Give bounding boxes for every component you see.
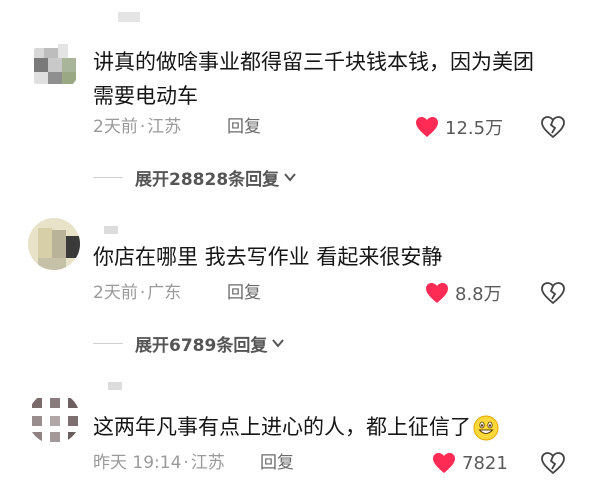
meta-separator: · xyxy=(139,283,146,303)
heart-filled-icon xyxy=(416,117,438,137)
comment-time: 昨天 19:14 xyxy=(93,453,182,473)
broken-heart-icon[interactable] xyxy=(540,450,566,476)
comment-meta: 昨天 19:14 · 江苏 xyxy=(93,451,225,475)
avatar[interactable] xyxy=(28,392,80,444)
like-button[interactable]: 8.8万 xyxy=(425,279,502,307)
comment-meta: 2天前 · 江苏 xyxy=(93,115,181,139)
divider-line xyxy=(93,176,123,178)
username-blurred[interactable] xyxy=(118,12,140,22)
comment-location: 广东 xyxy=(147,283,182,303)
grinning-face-emoji-icon xyxy=(473,415,499,441)
expand-replies-button[interactable]: 展开6789条回复 xyxy=(93,330,285,356)
broken-heart-icon[interactable] xyxy=(540,280,566,306)
comment-text: 这两年凡事有点上进心的人，都上征信了 xyxy=(93,410,549,444)
comment-text: 讲真的做啥事业都得留三千块钱本钱，因为美团需要电动车 xyxy=(93,50,534,108)
username-blurred[interactable] xyxy=(108,382,122,390)
comment-text: 你店在哪里 我去写作业 看起来很安静 xyxy=(93,245,443,269)
expand-replies-label: 展开6789条回复 xyxy=(135,335,268,356)
comment-text-content: 这两年凡事有点上进心的人，都上征信了 xyxy=(93,415,471,439)
avatar[interactable] xyxy=(28,218,80,270)
meta-separator: · xyxy=(139,117,146,137)
heart-filled-icon xyxy=(433,453,455,473)
comment-location: 江苏 xyxy=(147,117,182,137)
broken-heart-icon[interactable] xyxy=(540,114,566,140)
reply-button[interactable]: 回复 xyxy=(227,281,261,305)
like-button[interactable]: 12.5万 xyxy=(415,113,503,141)
comment-time: 2天前 xyxy=(93,283,138,303)
divider-line xyxy=(93,342,123,344)
heart-filled-icon xyxy=(426,283,448,303)
avatar[interactable] xyxy=(28,40,80,92)
meta-separator: · xyxy=(183,453,189,473)
like-count: 7821 xyxy=(462,452,508,474)
reply-button[interactable]: 回复 xyxy=(227,115,261,139)
comment-meta: 2天前 · 广东 xyxy=(93,281,181,305)
like-count: 12.5万 xyxy=(445,118,504,139)
username-blurred[interactable] xyxy=(104,226,118,234)
expand-replies-button[interactable]: 展开28828条回复 xyxy=(93,164,297,190)
chevron-down-icon xyxy=(272,339,285,348)
reply-button[interactable]: 回复 xyxy=(260,451,294,475)
comment-time: 2天前 xyxy=(93,117,138,137)
like-button[interactable]: 7821 xyxy=(432,449,508,477)
comment-location: 江苏 xyxy=(190,453,225,473)
expand-replies-label: 展开28828条回复 xyxy=(135,169,280,190)
chevron-down-icon xyxy=(284,173,296,182)
like-count: 8.8万 xyxy=(455,284,502,305)
